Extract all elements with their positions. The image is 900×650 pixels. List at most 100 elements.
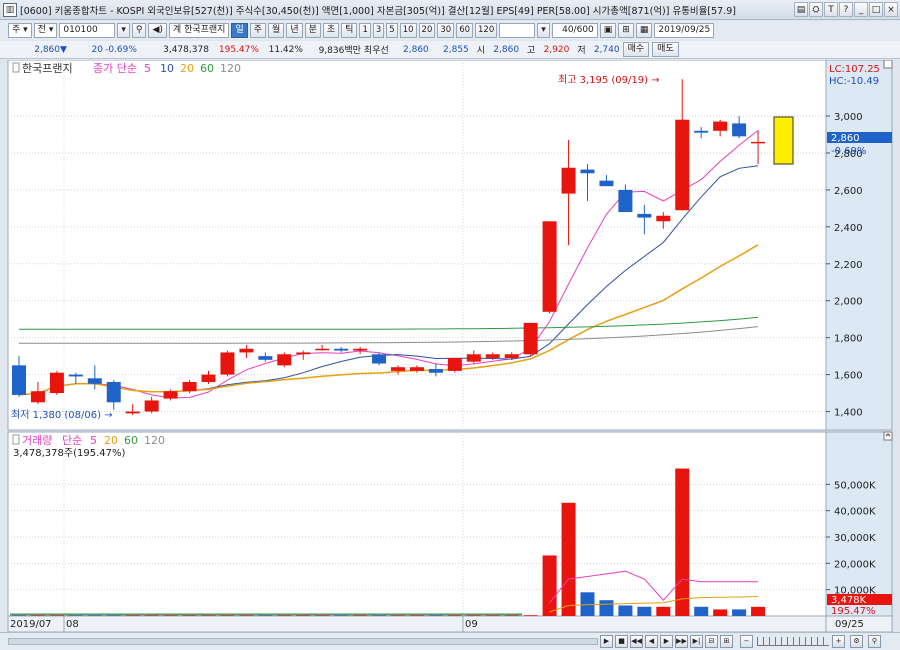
stock-chart[interactable]: 1,4001,6001,8002,0002,2002,4002,6002,800… (0, 60, 900, 632)
period-week[interactable]: 주 (249, 23, 267, 38)
minute-3[interactable]: 3 (372, 23, 385, 38)
x-label-08: 08 (66, 619, 79, 630)
period-year[interactable]: 년 (286, 23, 303, 38)
window-controls: ▤ ⛭ T ? _ □ × (794, 2, 898, 17)
volume-ratio: 195.47% (218, 44, 259, 55)
period-month[interactable]: 월 (268, 23, 285, 38)
volume-bar (618, 605, 633, 616)
save-icon[interactable]: ▣ (599, 23, 617, 38)
vma5-label: 5 (90, 434, 97, 447)
candle-up (561, 167, 576, 194)
candle-down (618, 189, 633, 213)
title-bar: ▥ [0600] 키움종합차트 - KOSPI 외국인보유[527(천)] 주식… (0, 0, 900, 20)
buy-button[interactable]: 매수 (622, 42, 650, 57)
volume-bar (561, 502, 576, 616)
pane-maximize-icon[interactable] (883, 60, 893, 69)
vma60-label: 60 (124, 434, 138, 447)
price-ma-label: 종가 단순 (93, 62, 137, 75)
candle-up (201, 374, 216, 382)
custom-period-dropdown[interactable]: ▾ (537, 23, 550, 38)
ma5-label: 5 (144, 62, 151, 75)
lc-value: LC:107.25 (829, 64, 880, 75)
volume-bar (637, 606, 652, 616)
scope-select[interactable]: 전 ▾ (33, 23, 58, 38)
market-select[interactable]: 주 ▾ (8, 23, 32, 38)
price-legend-name: 한국프랜지 (22, 62, 73, 75)
count-input[interactable]: 40/600 (551, 23, 598, 38)
code-dropdown-button[interactable]: ▾ (117, 23, 130, 38)
stop-icon[interactable]: ■ (615, 635, 628, 648)
chart-window-icon: ▥ (3, 2, 17, 17)
period-second[interactable]: 초 (322, 23, 340, 38)
candle-down (334, 348, 349, 351)
font-icon[interactable]: T (824, 2, 838, 17)
minute-5[interactable]: 5 (386, 23, 398, 38)
maximize-button[interactable]: □ (869, 2, 883, 17)
zoom-fit-icon[interactable]: ⊟ (705, 635, 718, 648)
minute-20[interactable]: 20 (418, 23, 436, 38)
period-day[interactable]: 일 (231, 23, 248, 38)
candle-up (163, 391, 178, 399)
candle-down (580, 169, 595, 174)
zoom-in-icon[interactable]: + (832, 635, 845, 648)
legend-toggle-icon[interactable] (12, 62, 20, 73)
sell-button[interactable]: 매도 (652, 42, 679, 57)
candle-down (372, 354, 387, 364)
minute-30[interactable]: 30 (437, 23, 455, 38)
period-tick[interactable]: 틱 (341, 23, 358, 38)
forward-icon[interactable]: ▶▶ (675, 635, 688, 648)
minute-60[interactable]: 60 (456, 23, 474, 38)
candle-up (391, 367, 405, 371)
minute-120[interactable]: 120 (475, 23, 498, 38)
candle-up (409, 367, 424, 371)
scroll-left-icon[interactable]: ▶ (600, 635, 613, 648)
prev-icon[interactable]: ◀ (645, 635, 658, 648)
sound-icon[interactable]: ◀) (148, 23, 167, 38)
volume-bar (542, 555, 557, 616)
volume-bar (599, 600, 614, 616)
date-input[interactable]: 2019/09/25 (654, 23, 715, 38)
volume-bar (732, 609, 747, 616)
candle-up (125, 411, 140, 414)
minute-10[interactable]: 10 (399, 23, 417, 38)
candle-up (466, 354, 481, 362)
calendar-check-icon[interactable]: ▦ (635, 23, 653, 38)
zoom-out-icon[interactable]: − (740, 635, 753, 648)
volume-pane-maximize-icon[interactable] (883, 431, 893, 441)
close-button[interactable]: × (884, 2, 898, 17)
candle-down (87, 378, 102, 384)
chart-scrollbar[interactable] (8, 638, 598, 645)
custom-period-input[interactable] (499, 23, 536, 38)
volume-bar (694, 606, 709, 616)
stock-code-input[interactable]: 010100 (59, 23, 116, 38)
search-icon[interactable]: ⚲ (131, 23, 147, 38)
period-minute[interactable]: 분 (304, 23, 321, 38)
tool-icon[interactable]: ⚙ (850, 635, 863, 648)
ma10-label: 10 (160, 62, 174, 75)
help-icon[interactable]: ? (839, 2, 853, 17)
candle-up (523, 322, 538, 355)
hc-value: HC:-10.49 (829, 76, 879, 87)
rewind-icon[interactable]: ◀◀ (630, 635, 643, 648)
volume-tick-label: 30,000K (834, 533, 876, 544)
ma60-label: 60 (200, 62, 214, 75)
low-annotation: 최저 1,380 (08/06) → (11, 409, 113, 421)
volume-plot-area[interactable] (7, 431, 827, 617)
chart-type-icon[interactable]: ⊞ (618, 23, 634, 38)
minimize-button[interactable]: _ (854, 2, 868, 17)
settings-icon[interactable]: ⛭ (809, 2, 823, 17)
minute-1[interactable]: 1 (359, 23, 371, 38)
best-quote-label: 최우선 (363, 46, 389, 56)
volume-legend-toggle-icon[interactable] (12, 434, 20, 445)
zoom-slider[interactable] (757, 637, 829, 646)
layout-icon[interactable]: ▤ (794, 2, 808, 17)
candle-up (485, 354, 500, 358)
search-zoom-icon[interactable]: ⚲ (868, 635, 881, 648)
candle-up (675, 119, 690, 211)
candle-up (49, 372, 64, 394)
trade-amount: 9,836백만 (318, 46, 361, 56)
end-icon[interactable]: ▶| (690, 635, 703, 648)
next-icon[interactable]: ▶ (660, 635, 673, 648)
zoom-all-icon[interactable]: ⊞ (720, 635, 733, 648)
volume-current-text: 3,478,378주(195.47%) (13, 448, 125, 459)
